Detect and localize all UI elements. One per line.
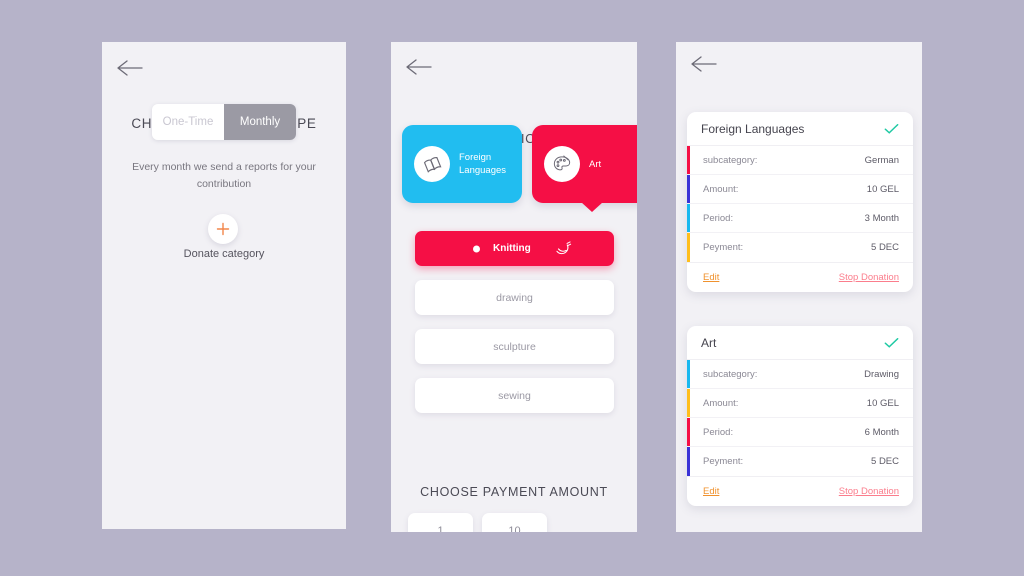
donation-type-toggle[interactable]: One-Time Monthly bbox=[152, 104, 296, 140]
check-icon bbox=[884, 123, 899, 135]
table-row: Period: 6 Month bbox=[687, 418, 913, 447]
amount-option[interactable]: 1 bbox=[408, 513, 473, 532]
donation-description: Every month we send a reports for your c… bbox=[132, 161, 316, 190]
subcategory-row-sewing[interactable]: sewing bbox=[415, 378, 614, 413]
donation-card: Art subcategory: Drawing Amount: 10 GEL … bbox=[687, 326, 913, 506]
row-key: Amount: bbox=[703, 397, 739, 409]
row-value: 10 GEL bbox=[866, 183, 899, 195]
table-row: subcategory: German bbox=[687, 146, 913, 175]
yarn-icon bbox=[555, 241, 572, 256]
category-card-art[interactable]: Art bbox=[532, 125, 637, 203]
category-card-label: Foreign Languages bbox=[459, 152, 507, 176]
stop-donation-link[interactable]: Stop Donation bbox=[839, 272, 899, 283]
donation-card-header: Foreign Languages bbox=[687, 112, 913, 146]
category-carousel[interactable]: Foreign Languages Art bbox=[402, 125, 637, 203]
row-key: Amount: bbox=[703, 183, 739, 195]
payment-amount-grid[interactable]: 1 10 30 bbox=[408, 513, 620, 532]
stop-donation-link[interactable]: Stop Donation bbox=[839, 486, 899, 497]
row-value: 10 GEL bbox=[866, 397, 899, 409]
selected-dot-icon bbox=[473, 245, 480, 252]
edit-link[interactable]: Edit bbox=[703, 272, 719, 283]
arrow-left-icon[interactable] bbox=[116, 58, 146, 78]
subcategory-label: sewing bbox=[498, 389, 531, 402]
plus-icon bbox=[216, 222, 230, 236]
arrow-left-icon[interactable] bbox=[690, 54, 720, 74]
subcategory-row-knitting[interactable]: Knitting bbox=[415, 231, 614, 266]
table-row: Amount: 10 GEL bbox=[687, 175, 913, 204]
subcategory-row-sculpture[interactable]: sculpture bbox=[415, 329, 614, 364]
table-row: Period: 3 Month bbox=[687, 204, 913, 233]
table-row: Peyment: 5 DEC bbox=[687, 447, 913, 476]
donation-card-rows: subcategory: German Amount: 10 GEL Perio… bbox=[687, 146, 913, 262]
subcategory-row-drawing[interactable]: drawing bbox=[415, 280, 614, 315]
screen-education-category: CHOOSE EDUCATION CATEGORY Foreign Langua… bbox=[391, 42, 637, 532]
row-key: subcategory: bbox=[703, 154, 758, 166]
book-icon bbox=[414, 146, 450, 182]
amount-option[interactable]: 10 bbox=[482, 513, 547, 532]
donation-card-footer: Edit Stop Donation bbox=[687, 476, 913, 506]
row-value: 3 Month bbox=[864, 212, 899, 224]
toggle-option-one-time[interactable]: One-Time bbox=[152, 104, 224, 140]
payment-amount-title: CHOOSE PAYMENT AMOUNT bbox=[420, 485, 608, 499]
category-card-label: Art bbox=[589, 158, 602, 170]
add-donate-category-label: Donate category bbox=[183, 248, 265, 260]
donation-card-title: Art bbox=[701, 335, 717, 350]
check-icon bbox=[884, 337, 899, 349]
subcategory-label: drawing bbox=[496, 291, 533, 304]
table-row: Amount: 10 GEL bbox=[687, 389, 913, 418]
donation-card-header: Art bbox=[687, 326, 913, 360]
table-row: subcategory: Drawing bbox=[687, 360, 913, 389]
category-card-foreign-languages[interactable]: Foreign Languages bbox=[402, 125, 522, 203]
row-key: Period: bbox=[703, 426, 734, 438]
toggle-option-monthly[interactable]: Monthly bbox=[224, 104, 296, 140]
screen-my-donation: MY DONATION Foreign Languages subcategor… bbox=[676, 42, 922, 532]
row-key: Period: bbox=[703, 212, 734, 224]
donation-card-title: Foreign Languages bbox=[701, 121, 805, 136]
row-key: Peyment: bbox=[703, 242, 744, 253]
add-donate-category-button[interactable] bbox=[208, 214, 238, 244]
donation-card-footer: Edit Stop Donation bbox=[687, 262, 913, 292]
donation-card-rows: subcategory: Drawing Amount: 10 GEL Peri… bbox=[687, 360, 913, 476]
table-row: Peyment: 5 DEC bbox=[687, 233, 913, 262]
row-value: 5 DEC bbox=[871, 242, 899, 253]
row-value: German bbox=[864, 154, 899, 166]
row-value: 5 DEC bbox=[871, 456, 899, 467]
row-value: Drawing bbox=[864, 368, 899, 380]
row-key: Peyment: bbox=[703, 456, 744, 467]
subcategory-list[interactable]: Knitting drawing sculpture sewing bbox=[415, 231, 614, 413]
subcategory-label: Knitting bbox=[493, 243, 531, 254]
row-key: subcategory: bbox=[703, 368, 758, 380]
palette-icon bbox=[544, 146, 580, 182]
row-value: 6 Month bbox=[864, 426, 899, 438]
subcategory-label: sculpture bbox=[493, 340, 536, 353]
edit-link[interactable]: Edit bbox=[703, 486, 719, 497]
arrow-left-icon[interactable] bbox=[405, 57, 435, 77]
screen-donation-type: CHOOSE DONATION TYPE One-Time Monthly Ev… bbox=[102, 42, 346, 529]
donation-card: Foreign Languages subcategory: German Am… bbox=[687, 112, 913, 292]
